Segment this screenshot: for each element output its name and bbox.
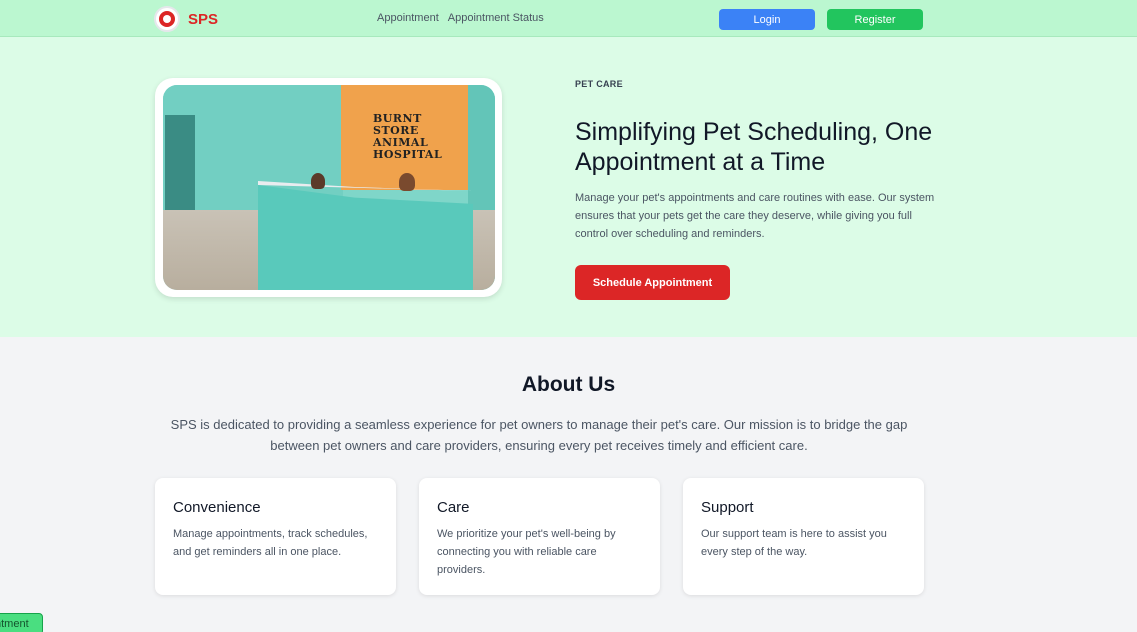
logo-icon[interactable] [154,6,180,32]
hero-eyebrow: PET CARE [575,79,623,89]
top-navbar: SPS Appointment Appointment Status Login… [0,0,1137,37]
clinic-photo: BURNT STORE ANIMAL HOSPITAL [163,85,495,290]
nav-links: Appointment Appointment Status [377,12,544,24]
floating-appointment-tab[interactable]: ntment [0,613,43,632]
card-text: Manage appointments, track schedules, an… [173,528,368,558]
card-title: Convenience [173,499,261,516]
login-button[interactable]: Login [719,9,815,30]
about-title: About Us [521,373,616,396]
feature-card-convenience: Convenience Manage appointments, track s… [155,478,396,595]
nav-link-appointment[interactable]: Appointment [377,12,439,24]
hero-description: Manage your pet's appointments and care … [575,192,935,240]
schedule-appointment-button[interactable]: Schedule Appointment [575,265,730,300]
brand-name[interactable]: SPS [188,11,218,28]
card-title: Support [701,499,754,516]
hero-section: BURNT STORE ANIMAL HOSPITAL PET CARE Simpli… [0,37,1137,337]
nav-link-appointment-status[interactable]: Appointment Status [448,12,544,24]
hero-image-frame: BURNT STORE ANIMAL HOSPITAL [155,78,502,297]
register-button[interactable]: Register [827,9,923,30]
feature-card-support: Support Our support team is here to assi… [683,478,924,595]
card-title: Care [437,499,470,516]
clinic-sign: BURNT STORE ANIMAL HOSPITAL [373,112,443,161]
card-text: Our support team is here to assist you e… [701,528,887,558]
hero-title: Simplifying Pet Scheduling, One Appointm… [575,118,933,176]
feature-card-care: Care We prioritize your pet's well-being… [419,478,660,595]
about-description: SPS is dedicated to providing a seamless… [170,417,908,453]
card-text: We prioritize your pet's well-being by c… [437,528,616,576]
